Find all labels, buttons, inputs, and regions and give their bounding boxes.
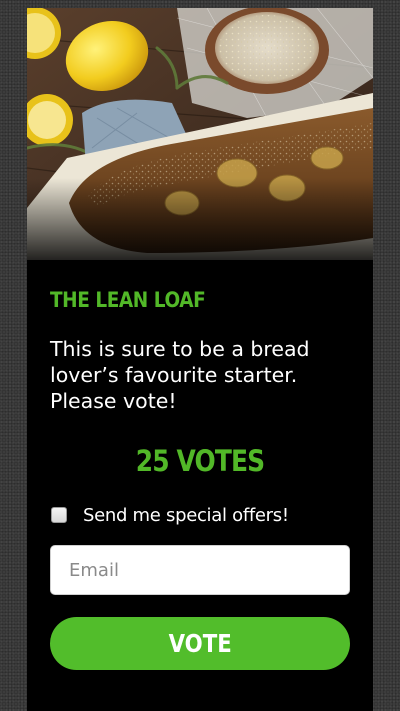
bread-loaf-photo	[27, 8, 373, 260]
entry-description: This is sure to be a bread lover’s favou…	[50, 337, 310, 413]
hero-image	[27, 8, 373, 260]
vote-button[interactable]: VOTE	[50, 617, 350, 670]
card-content: THE LEAN LOAF This is sure to be a bread…	[27, 288, 373, 670]
vote-button-label: VOTE	[168, 629, 232, 658]
special-offers-option[interactable]: Send me special offers!	[50, 503, 350, 527]
special-offers-checkbox[interactable]	[51, 507, 67, 523]
poll-card: THE LEAN LOAF This is sure to be a bread…	[27, 8, 373, 711]
email-field[interactable]	[50, 545, 350, 595]
entry-title: THE LEAN LOAF	[50, 288, 206, 312]
vote-count: 25 VOTES	[135, 444, 265, 478]
special-offers-label[interactable]: Send me special offers!	[83, 505, 289, 526]
